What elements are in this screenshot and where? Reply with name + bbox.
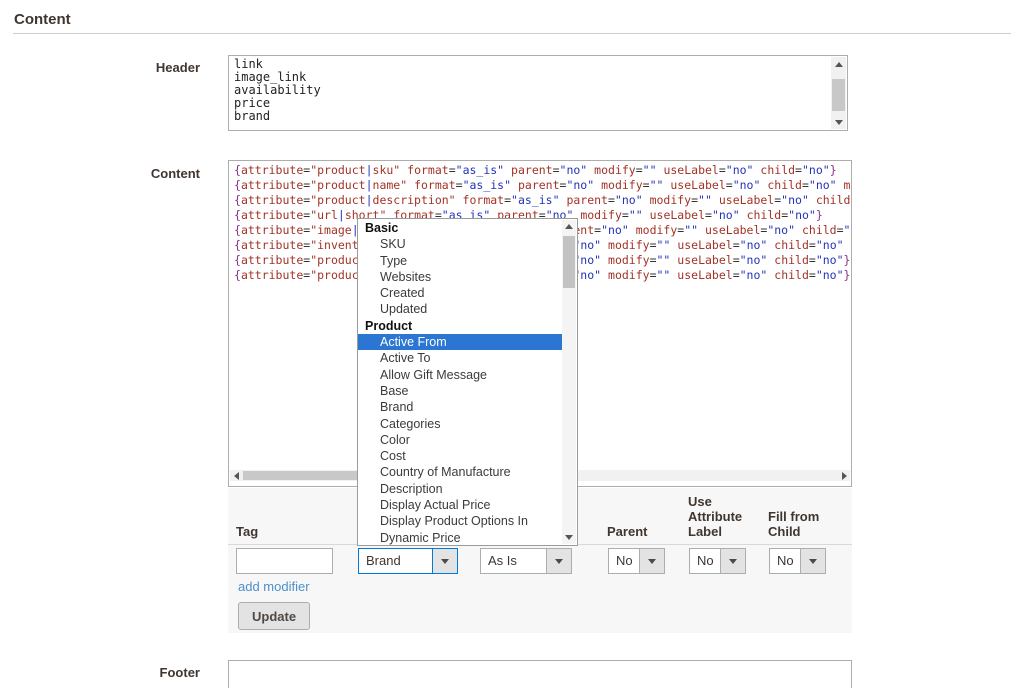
scrollbar-thumb[interactable] (832, 79, 845, 111)
attribute-option[interactable]: Updated (358, 301, 562, 317)
chevron-down-icon[interactable] (800, 549, 825, 573)
tag-input[interactable] (236, 548, 333, 574)
attribute-option[interactable]: Created (358, 285, 562, 301)
header-scrollbar[interactable] (831, 57, 846, 129)
scroll-up-icon[interactable] (562, 220, 576, 233)
use-attribute-label-column-label: Use Attribute Label (688, 494, 758, 539)
fill-from-child-select[interactable]: No (769, 548, 826, 574)
tag-column-label: Tag (236, 524, 258, 539)
scrollbar-thumb[interactable] (563, 236, 575, 288)
parent-column-label: Parent (607, 524, 647, 539)
attribute-option[interactable]: Allow Gift Message (358, 367, 562, 383)
parent-select[interactable]: No (608, 548, 665, 574)
chevron-down-icon[interactable] (639, 549, 664, 573)
attribute-option[interactable]: Dynamic Price (358, 530, 562, 546)
attribute-option[interactable]: Active To (358, 350, 562, 366)
page-title: Content (14, 11, 71, 28)
attribute-option[interactable]: Display Product Options In (358, 513, 562, 529)
attribute-option[interactable]: Websites (358, 269, 562, 285)
scroll-down-icon[interactable] (831, 115, 846, 129)
scroll-right-icon[interactable] (838, 470, 850, 481)
chevron-down-icon[interactable] (432, 549, 457, 573)
attribute-group-label: Product (358, 318, 562, 334)
attribute-dropdown[interactable]: BasicSKUTypeWebsitesCreatedUpdatedProduc… (357, 218, 578, 546)
attribute-option[interactable]: Brand (358, 399, 562, 415)
attribute-option[interactable]: Country of Manufacture (358, 464, 562, 480)
attribute-option[interactable]: Display Actual Price (358, 497, 562, 513)
content-section: Content Header link image_link availabil… (0, 0, 1024, 688)
header-textarea-text: link image_link availability price brand (234, 58, 829, 128)
attribute-option[interactable]: Base (358, 383, 562, 399)
attribute-group-label: Basic (358, 220, 562, 236)
attribute-option[interactable]: Active From (358, 334, 562, 350)
use-attribute-label-select[interactable]: No (689, 548, 746, 574)
attribute-option[interactable]: Type (358, 253, 562, 269)
use-attribute-label-select-value: No (690, 549, 720, 573)
fill-from-child-column-label: Fill from Child (768, 509, 830, 539)
scroll-down-icon[interactable] (562, 531, 576, 544)
section-divider (13, 33, 1011, 34)
parent-select-value: No (609, 549, 639, 573)
format-select-value: As Is (481, 549, 546, 573)
content-field-label: Content (0, 166, 200, 181)
attribute-option[interactable]: SKU (358, 236, 562, 252)
update-button[interactable]: Update (238, 602, 310, 630)
attribute-select[interactable]: Brand (358, 548, 458, 574)
attribute-select-value: Brand (359, 549, 432, 573)
footer-textarea[interactable] (228, 660, 852, 688)
chevron-down-icon[interactable] (720, 549, 745, 573)
scroll-up-icon[interactable] (831, 57, 846, 71)
attribute-option[interactable]: Categories (358, 416, 562, 432)
attribute-option[interactable]: Color (358, 432, 562, 448)
header-field-label: Header (0, 60, 200, 75)
header-textarea[interactable]: link image_link availability price brand (228, 55, 848, 131)
format-select[interactable]: As Is (480, 548, 572, 574)
attribute-option[interactable]: Description (358, 481, 562, 497)
fill-from-child-select-value: No (770, 549, 800, 573)
dropdown-scrollbar[interactable] (562, 220, 576, 544)
attribute-option[interactable]: Cost (358, 448, 562, 464)
attribute-dropdown-list: BasicSKUTypeWebsitesCreatedUpdatedProduc… (358, 220, 562, 546)
chevron-down-icon[interactable] (546, 549, 571, 573)
scroll-left-icon[interactable] (230, 470, 242, 481)
add-modifier-link[interactable]: add modifier (238, 579, 310, 594)
footer-field-label: Footer (0, 665, 200, 680)
